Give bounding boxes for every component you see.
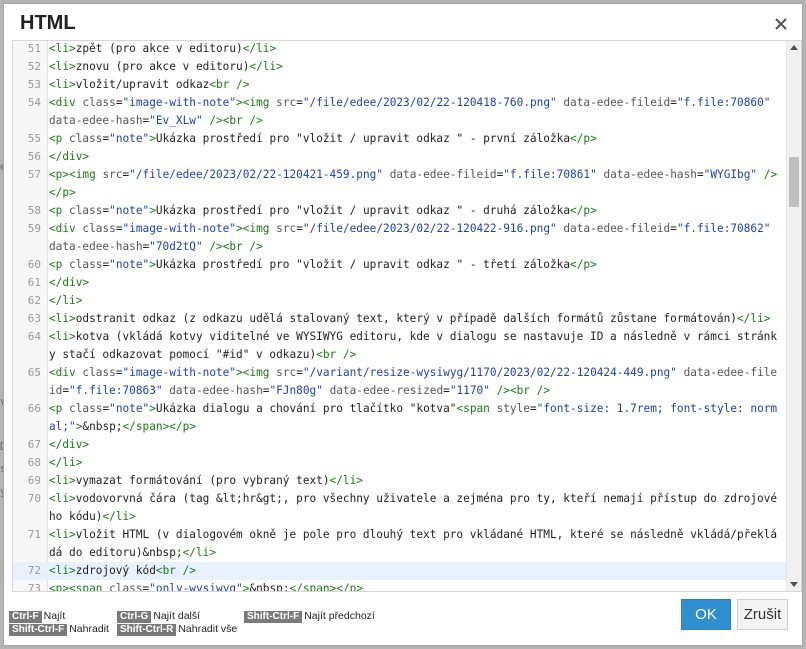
- shortcut-label: Najít další: [153, 610, 201, 622]
- code-line-text: <li>odstranit odkaz (z odkazu udělá stal…: [49, 312, 771, 325]
- scrollbar-thumb[interactable]: [789, 157, 799, 207]
- close-icon[interactable]: [770, 13, 792, 35]
- code-line-text: <div class="image-with-note"><img src="/…: [49, 366, 778, 397]
- code-line[interactable]: 62 </li>: [13, 292, 788, 310]
- shortcut-label: Najít předchozí: [304, 610, 375, 622]
- line-number: 55: [27, 132, 41, 145]
- line-number: 58: [27, 204, 41, 217]
- code-line[interactable]: 64 <li>kotva (vkládá kotvy viditelné ve W…: [13, 328, 788, 364]
- line-number: 66: [27, 402, 41, 415]
- code-line-text: <p><img src="/file/edee/2023/02/22-12042…: [49, 168, 778, 199]
- code-line-text: <p class="note">Ukázka dialogu a chování…: [49, 402, 778, 433]
- code-line-text: <li>zdrojový kód<br />: [49, 564, 196, 577]
- shortcut-key: Shift-Ctrl-F: [9, 624, 68, 636]
- code-line-text: <li>vodovorvná čára (tag &lt;hr&gt;, pro…: [49, 492, 778, 523]
- line-number: 53: [27, 78, 41, 91]
- editor-scrollbar[interactable]: [786, 41, 801, 591]
- code-line-text: </li>: [49, 294, 83, 307]
- line-number: 65: [27, 366, 41, 379]
- code-line-text: <li>kotva (vkládá kotvy viditelné ve WYS…: [49, 330, 778, 361]
- line-number: 64: [27, 330, 41, 343]
- code-line[interactable]: 66 <p class="note">Ukázka dialogu a chová…: [13, 400, 788, 436]
- code-line-text: </li>: [49, 456, 83, 469]
- line-number: 51: [27, 42, 41, 55]
- code-line-text: <p class="note">Ukázka prostředí pro "vl…: [49, 132, 597, 145]
- code-line-text: <div class="image-with-note"><img src="/…: [49, 96, 771, 127]
- code-line-text: <li>vložit HTML (v dialogovém okně je po…: [49, 528, 778, 559]
- shortcut-find: Ctrl-F Najít: [9, 610, 65, 623]
- code-line-text: <li>znovu (pro akce v editoru)</li>: [49, 60, 283, 73]
- line-number: 62: [27, 294, 41, 307]
- html-source-dialog: HTML 51 <li>zpět (pro akce v editoru)</li…: [3, 3, 803, 646]
- line-number: 57: [27, 168, 41, 181]
- code-line[interactable]: 57 <p><img src="/file/edee/2023/02/22-120…: [13, 166, 788, 202]
- code-line[interactable]: 58 <p class="note">Ukázka prostředí pro "…: [13, 202, 788, 220]
- code-line[interactable]: 55 <p class="note">Ukázka prostředí pro "…: [13, 130, 788, 148]
- shortcut-replace: Shift-Ctrl-F Nahradit: [9, 623, 109, 636]
- cancel-button[interactable]: Zrušit: [737, 599, 788, 630]
- line-number: 54: [27, 96, 41, 109]
- line-number: 69: [27, 474, 41, 487]
- shortcut-label: Nahradit vše: [178, 623, 238, 635]
- line-number: 67: [27, 438, 41, 451]
- code-line[interactable]: 67 </div>: [13, 436, 788, 454]
- code-line-text: <li>vymazat formátování (pro vybraný tex…: [49, 474, 363, 487]
- line-number: 52: [27, 60, 41, 73]
- shortcut-label: Najít: [43, 610, 66, 622]
- line-number: 59: [27, 222, 41, 235]
- line-number: 56: [27, 150, 41, 163]
- shortcut-label: Nahradit: [69, 623, 109, 635]
- code-line-text: <p class="note">Ukázka prostředí pro "vl…: [49, 258, 597, 271]
- code-line[interactable]: 56 </div>: [13, 148, 788, 166]
- code-line-text: </div>: [49, 276, 90, 289]
- code-line[interactable]: 53 <li>vložit/upravit odkaz<br />: [13, 76, 788, 94]
- shortcut-find-previous: Shift-Ctrl-F Najít předchozí: [244, 610, 375, 623]
- code-line[interactable]: 72 <li>zdrojový kód<br />: [13, 562, 788, 580]
- code-line[interactable]: 70 <li>vodovorvná čára (tag &lt;hr&gt;, p…: [13, 490, 788, 526]
- code-line-text: <li>vložit/upravit odkaz<br />: [49, 78, 250, 91]
- line-number: 60: [27, 258, 41, 271]
- line-number: 70: [27, 492, 41, 505]
- code-line-text: <li>zpět (pro akce v editoru)</li>: [49, 42, 277, 55]
- code-line[interactable]: 61 </div>: [13, 274, 788, 292]
- code-line-text: <p><span class="only-wysiwyg">&nbsp;</sp…: [49, 582, 364, 592]
- code-line[interactable]: 65 <div class="image-with-note"><img src=…: [13, 364, 788, 400]
- dialog-titlebar: HTML: [4, 4, 802, 44]
- code-line[interactable]: 73 <p><span class="only-wysiwyg">&nbsp;</…: [13, 580, 788, 592]
- line-number: 72: [27, 564, 41, 577]
- code-line[interactable]: 60 <p class="note">Ukázka prostředí pro "…: [13, 256, 788, 274]
- code-line[interactable]: 63 <li>odstranit odkaz (z odkazu udělá st…: [13, 310, 788, 328]
- code-line-text: <div class="image-with-note"><img src="/…: [49, 222, 771, 253]
- code-line[interactable]: 71 <li>vložit HTML (v dialogovém okně je …: [13, 526, 788, 562]
- ok-button[interactable]: OK: [681, 599, 731, 630]
- line-number: 61: [27, 276, 41, 289]
- chevron-down-icon[interactable]: [790, 582, 798, 587]
- code-line-text: <p class="note">Ukázka prostředí pro "vl…: [49, 204, 597, 217]
- line-number: 68: [27, 456, 41, 469]
- code-line[interactable]: 69 <li>vymazat formátování (pro vybraný t…: [13, 472, 788, 490]
- code-line[interactable]: 54 <div class="image-with-note"><img src=…: [13, 94, 788, 130]
- line-number: 71: [27, 528, 41, 541]
- code-line[interactable]: 52 <li>znovu (pro akce v editoru)</li>: [13, 58, 788, 76]
- code-editor[interactable]: 51 <li>zpět (pro akce v editoru)</li> 52 <l…: [12, 40, 802, 592]
- shortcut-key: Shift-Ctrl-R: [117, 624, 177, 636]
- shortcut-key: Shift-Ctrl-F: [244, 611, 303, 623]
- code-lines: 51 <li>zpět (pro akce v editoru)</li> 52 <l…: [13, 41, 788, 592]
- line-number: 63: [27, 312, 41, 325]
- line-number: 73: [27, 582, 41, 592]
- chevron-up-icon[interactable]: [790, 45, 798, 50]
- shortcut-find-next: Ctrl-G Najít další: [117, 610, 200, 623]
- code-line-text: </div>: [49, 438, 90, 451]
- code-line[interactable]: 59 <div class="image-with-note"><img src=…: [13, 220, 788, 256]
- code-line[interactable]: 68 </li>: [13, 454, 788, 472]
- code-line[interactable]: 51 <li>zpět (pro akce v editoru)</li>: [13, 41, 788, 58]
- dialog-title: HTML: [20, 12, 76, 34]
- code-line-text: </div>: [49, 150, 90, 163]
- shortcut-key: Ctrl-F: [9, 611, 42, 623]
- shortcut-replace-all: Shift-Ctrl-R Nahradit vše: [117, 623, 237, 636]
- shortcut-key: Ctrl-G: [117, 611, 152, 623]
